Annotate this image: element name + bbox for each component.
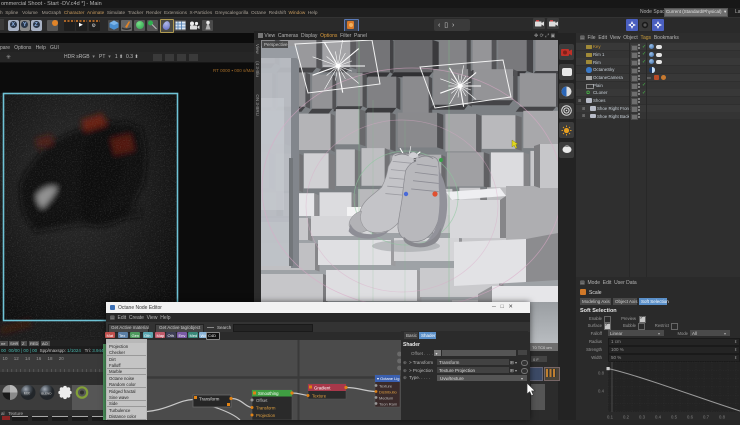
svg-text:0.4: 0.4 [598,389,605,394]
svg-text:Texture: Texture [312,394,327,399]
svg-text:Distributio: Distributio [379,390,398,395]
svg-text:0.7: 0.7 [703,415,710,420]
svg-text:Transform: Transform [256,406,276,411]
svg-text:0.6: 0.6 [687,415,694,420]
svg-text:Projection: Projection [256,413,276,418]
svg-text:0.4: 0.4 [655,415,662,420]
svg-text:Gradient: Gradient [314,386,331,391]
svg-text:0.5: 0.5 [671,415,678,420]
svg-text:Medium: Medium [379,396,394,401]
svg-text:MIX: MIX [24,391,31,395]
svg-text:0.8: 0.8 [719,415,726,420]
svg-text:Smoothing: Smoothing [258,391,279,396]
svg-text:Offset: Offset [256,398,268,403]
svg-text:0.1: 0.1 [607,415,614,420]
svg-text:Texture: Texture [379,384,393,389]
svg-text:0.8: 0.8 [598,371,605,376]
svg-text:Toon Ram: Toon Ram [379,402,398,407]
svg-text:BLEND: BLEND [41,391,52,395]
svg-text:Transform: Transform [199,397,220,402]
svg-text:0.2: 0.2 [623,415,630,420]
svg-text:0.3: 0.3 [639,415,646,420]
svg-text:▾ Octane Lig: ▾ Octane Lig [377,376,399,381]
